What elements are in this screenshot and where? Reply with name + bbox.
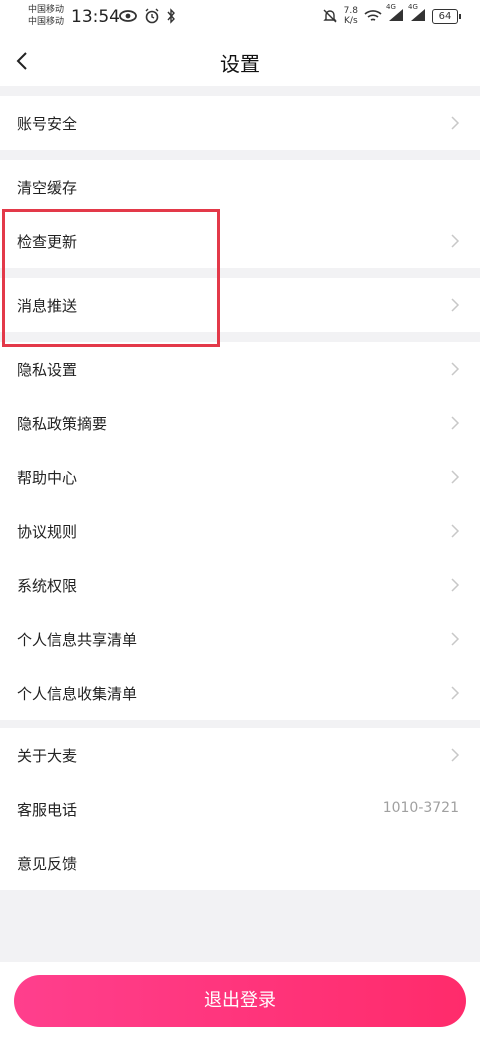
net-speed-value: 7.8 [343, 6, 358, 16]
settings-item-about[interactable]: 关于大麦 [0, 728, 480, 782]
item-label: 个人信息收集清单 [17, 685, 138, 703]
chevron-right-icon [451, 686, 460, 700]
status-right-icons: 7.8 K/s 4G 4G 64 [322, 3, 461, 26]
settings-item-privacy-summary[interactable]: 隐私政策摘要 [0, 396, 480, 450]
chevron-right-icon [451, 632, 460, 646]
net-speed-unit: K/s [344, 16, 358, 26]
item-label: 隐私政策摘要 [17, 415, 108, 433]
item-label: 协议规则 [17, 523, 78, 541]
chevron-right-icon [451, 116, 460, 130]
eye-icon [119, 10, 137, 22]
carrier-labels: 中国移动 中国移动 [28, 4, 64, 28]
settings-item-privacy-settings[interactable]: 隐私设置 [0, 342, 480, 396]
settings-item-account-security[interactable]: 账号安全 [0, 96, 480, 150]
chevron-right-icon [451, 234, 460, 248]
item-label: 关于大麦 [17, 747, 78, 765]
carrier-2: 中国移动 [28, 17, 65, 27]
chevron-right-icon [451, 416, 460, 430]
highlight-box [2, 209, 220, 347]
chevron-right-icon [451, 578, 460, 592]
item-label: 隐私设置 [17, 361, 78, 379]
item-label: 系统权限 [17, 577, 78, 595]
wifi-icon [364, 10, 382, 21]
chevron-right-icon [451, 298, 460, 312]
chevron-right-icon [451, 362, 460, 376]
status-bar: 中国移动 中国移动 13:54 7.8 K/s 4G 4G 64 [0, 0, 480, 36]
settings-item-info-collection-list[interactable]: 个人信息收集清单 [0, 666, 480, 720]
logout-area: 退出登录 [0, 962, 480, 1040]
status-left-icons [118, 8, 176, 24]
settings-group-about: 关于大麦 客服电话 1010-3721 意见反馈 [0, 728, 480, 890]
customer-service-phone: 1010-3721 [382, 800, 459, 816]
alarm-icon [145, 8, 159, 24]
chevron-right-icon [451, 470, 460, 484]
settings-item-system-permissions[interactable]: 系统权限 [0, 558, 480, 612]
item-label: 客服电话 [17, 801, 78, 819]
item-label: 账号安全 [17, 115, 78, 133]
settings-item-help-center[interactable]: 帮助中心 [0, 450, 480, 504]
chevron-right-icon [451, 524, 460, 538]
page-title: 设置 [220, 52, 260, 76]
settings-item-agreements[interactable]: 协议规则 [0, 504, 480, 558]
signal-1: 4G [386, 3, 404, 26]
settings-item-info-sharing-list[interactable]: 个人信息共享清单 [0, 612, 480, 666]
chevron-right-icon [451, 748, 460, 762]
item-label: 个人信息共享清单 [17, 631, 138, 649]
settings-item-clear-cache[interactable]: 清空缓存 [0, 160, 480, 214]
nav-bar: 设置 [0, 36, 480, 86]
settings-group-privacy: 隐私设置 隐私政策摘要 帮助中心 协议规则 系统权限 个人信息共享清单 个人信息… [0, 342, 480, 720]
settings-item-customer-service[interactable]: 客服电话 1010-3721 [0, 782, 480, 836]
battery-icon: 64 [432, 8, 461, 24]
signal-2-label: 4G [408, 2, 418, 11]
item-label: 清空缓存 [17, 179, 78, 197]
logout-button[interactable]: 退出登录 [14, 975, 466, 1027]
mute-bell-icon [322, 9, 337, 23]
item-label: 帮助中心 [17, 469, 78, 487]
signal-1-label: 4G [386, 2, 396, 11]
signal-2: 4G [408, 3, 426, 26]
net-speed: 7.8 K/s [344, 6, 358, 26]
item-label: 意见反馈 [17, 855, 78, 873]
carrier-1: 中国移动 [28, 5, 65, 15]
bluetooth-icon [167, 8, 175, 24]
settings-item-feedback[interactable]: 意见反馈 [0, 836, 480, 890]
status-time: 13:54 [71, 7, 120, 27]
